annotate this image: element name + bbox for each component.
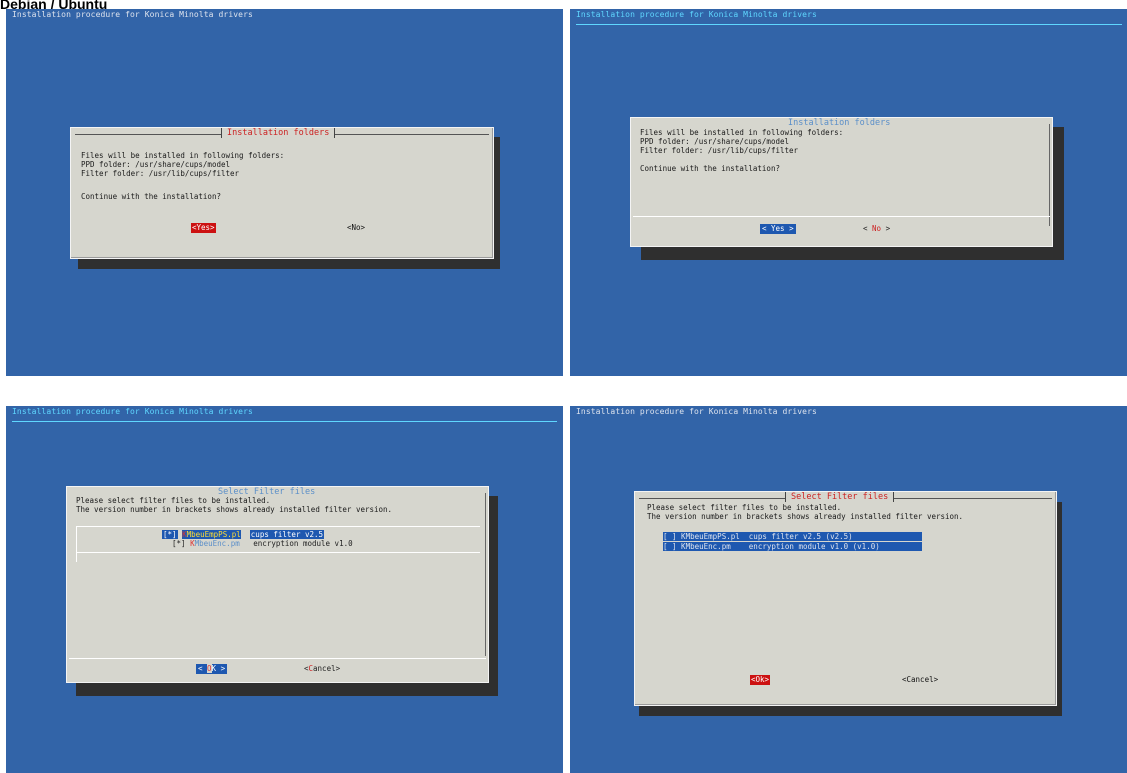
dialog-line: Continue with the installation?: [640, 164, 780, 173]
button-separator: [633, 216, 1050, 217]
dialog-line: Filter folder: /usr/lib/cups/filter: [81, 169, 240, 178]
ok-button[interactable]: < OK >: [196, 664, 228, 674]
dialog-title: Select Filter files: [785, 492, 895, 502]
dialog-line: Filter folder: /usr/lib/cups/filter: [640, 146, 799, 155]
filter-file-list: [*] KMbeuEmpPS.pl cups filter v2.5 [*] K…: [76, 526, 480, 566]
list-border: [76, 526, 77, 562]
dialog-line: PPD folder: /usr/share/cups/model: [640, 137, 790, 146]
backtitle: Installation procedure for Konica Minolt…: [576, 10, 817, 19]
backtitle: Installation procedure for Konica Minolt…: [12, 10, 253, 19]
ok-button-bracket: K >: [211, 664, 226, 673]
dialog-title: Installation folders: [788, 118, 891, 128]
dialog-line: The version number in brackets shows alr…: [76, 505, 393, 514]
dialog-right-border: [1049, 124, 1050, 226]
cancel-button[interactable]: <Cancel>: [304, 664, 340, 674]
yes-button[interactable]: < Yes >: [760, 224, 796, 234]
list-item[interactable]: [*] KMbeuEmpPS.pl cups filter v2.5: [162, 530, 325, 539]
backtitle: Installation procedure for Konica Minolt…: [576, 407, 817, 416]
dialog-line: PPD folder: /usr/share/cups/model: [81, 160, 231, 169]
item-checkbox: [*]: [162, 530, 178, 539]
ok-button[interactable]: <Ok>: [750, 675, 771, 685]
page-header: Debian / Ubuntu: [0, 0, 108, 9]
item-filename: MbeuEmpPS.pl: [186, 530, 241, 539]
dialog-line: Please select filter files to be install…: [76, 496, 271, 505]
dialog-line: Files will be installed in following fol…: [81, 151, 285, 160]
no-button[interactable]: <No>: [347, 223, 365, 233]
item-description: encryption module v1.0: [253, 539, 353, 548]
select-filter-files-dialog: Select Filter files Please select filter…: [66, 486, 489, 683]
no-button-bracket: <: [863, 224, 873, 233]
title-rule: [576, 24, 1122, 25]
ok-button-bracket: <: [198, 664, 208, 673]
cancel-button-label: ancel>: [313, 664, 341, 673]
list-item[interactable]: [*] KMbeuEnc.pm encryption module v1.0: [172, 539, 353, 548]
no-button-hotkey: No: [872, 224, 882, 233]
list-border: [76, 552, 480, 553]
terminal-screen-2: Installation procedure for Konica Minolt…: [570, 9, 1127, 376]
cancel-button[interactable]: <Cancel>: [902, 675, 938, 685]
title-rule: [12, 421, 557, 422]
dialog-line: Continue with the installation?: [81, 192, 221, 201]
terminal-screen-4: Installation procedure for Konica Minolt…: [570, 406, 1127, 773]
yes-button[interactable]: <Yes>: [191, 223, 216, 233]
terminal-screen-3: Installation procedure for Konica Minolt…: [6, 406, 563, 773]
dialog-line: Please select filter files to be install…: [647, 503, 842, 512]
terminal-screen-1: Installation procedure for Konica Minolt…: [6, 9, 563, 376]
dialog-line: The version number in brackets shows alr…: [647, 512, 964, 521]
list-border: [76, 526, 480, 527]
installation-folders-dialog: Installation folders Files will be insta…: [70, 127, 494, 259]
no-button[interactable]: < No >: [863, 224, 890, 234]
item-filename: MbeuEnc.pm: [194, 539, 240, 548]
button-separator: [69, 658, 486, 659]
list-item[interactable]: [ ] KMbeuEmpPS.pl cups filter v2.5 (v2.5…: [663, 532, 922, 541]
item-checkbox: [*]: [172, 539, 186, 548]
dialog-line: Files will be installed in following fol…: [640, 128, 844, 137]
no-button-bracket: >: [881, 224, 891, 233]
backtitle: Installation procedure for Konica Minolt…: [12, 407, 253, 416]
item-description: cups filter v2.5: [249, 530, 325, 539]
dialog-title: Installation folders: [221, 128, 336, 138]
select-filter-files-dialog: Select Filter files Please select filter…: [634, 491, 1057, 706]
installation-folders-dialog: Installation folders Files will be insta…: [630, 117, 1053, 247]
list-item[interactable]: [ ] KMbeuEnc.pm encryption module v1.0 (…: [663, 542, 922, 551]
dialog-right-border: [485, 493, 486, 656]
